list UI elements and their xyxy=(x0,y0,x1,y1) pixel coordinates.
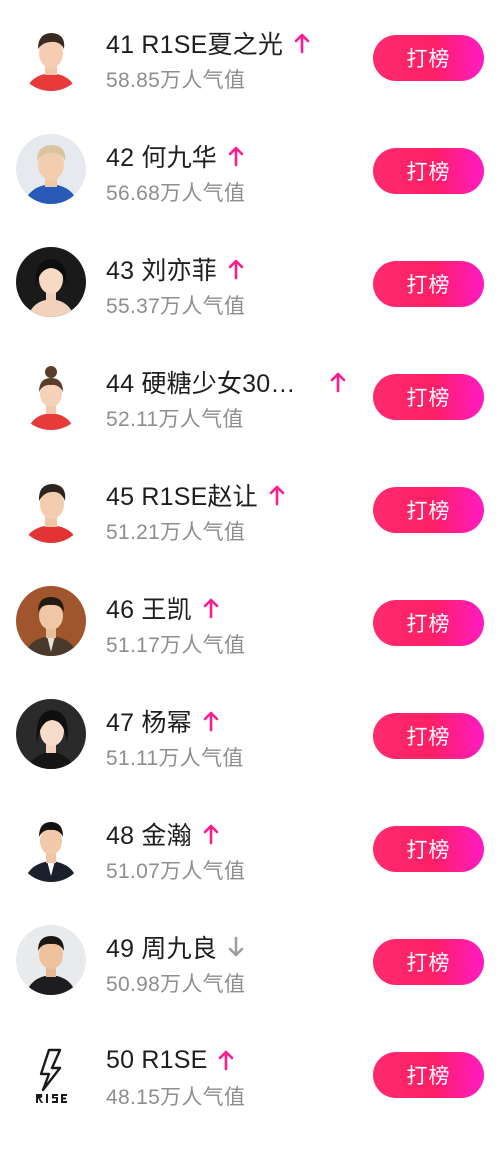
trend-up-icon xyxy=(228,258,244,280)
avatar[interactable] xyxy=(16,925,86,995)
boost-button[interactable]: 打榜 xyxy=(373,35,484,81)
name-line: 47 杨幂 xyxy=(106,703,219,739)
avatar[interactable] xyxy=(16,134,86,204)
popularity-value: 56.68万人气值 xyxy=(106,182,246,205)
avatar[interactable] xyxy=(16,699,86,769)
popularity-value: 51.21万人气值 xyxy=(106,521,246,544)
trend-up-icon xyxy=(269,484,285,506)
avatar[interactable] xyxy=(16,360,86,430)
person-avatar-icon xyxy=(16,699,86,769)
boost-button[interactable]: 打榜 xyxy=(373,600,484,646)
rank-and-name: 42 何九华 xyxy=(106,144,217,172)
rank-and-name: 48 金瀚 xyxy=(106,822,192,850)
person-avatar-icon xyxy=(16,21,86,91)
popularity-value: 51.07万人气值 xyxy=(106,860,246,883)
list-item[interactable]: 46 王凯 51.17万人气值 打榜 xyxy=(0,565,503,678)
list-item[interactable]: 43 刘亦菲 55.37万人气值 打榜 xyxy=(0,226,503,339)
trend-up-icon xyxy=(294,32,310,54)
avatar[interactable] xyxy=(16,473,86,543)
rank-and-name: 45 R1SE赵让 xyxy=(106,483,258,511)
name-line: 44 硬糖少女30… xyxy=(106,364,346,400)
person-avatar-icon xyxy=(16,134,86,204)
avatar[interactable] xyxy=(16,1038,86,1108)
rank-and-name: 47 杨幂 xyxy=(106,709,192,737)
trend-down-icon xyxy=(228,936,244,958)
person-avatar-icon xyxy=(16,812,86,882)
person-avatar-icon xyxy=(16,247,86,317)
trend-up-icon xyxy=(203,823,219,845)
boost-button[interactable]: 打榜 xyxy=(373,261,484,307)
popularity-value: 55.37万人气值 xyxy=(106,295,246,318)
list-item[interactable]: 48 金瀚 51.07万人气值 打榜 xyxy=(0,791,503,904)
rank-list: 41 R1SE夏之光 58.85万人气值 打榜 42 何九华 56.68万人气值 xyxy=(0,0,503,1158)
popularity-value: 51.17万人气值 xyxy=(106,634,246,657)
list-item[interactable]: 44 硬糖少女30… 52.11万人气值 打榜 xyxy=(0,339,503,452)
name-line: 49 周九良 xyxy=(106,929,244,965)
name-line: 48 金瀚 xyxy=(106,816,219,852)
rank-and-name: 44 硬糖少女30… xyxy=(106,370,296,398)
rank-and-name: 41 R1SE夏之光 xyxy=(106,31,284,59)
person-avatar-icon xyxy=(16,925,86,995)
avatar[interactable] xyxy=(16,247,86,317)
avatar[interactable] xyxy=(16,586,86,656)
name-line: 45 R1SE赵让 xyxy=(106,477,285,513)
list-item[interactable]: 47 杨幂 51.11万人气值 打榜 xyxy=(0,678,503,791)
list-item[interactable]: 49 周九良 50.98万人气值 打榜 xyxy=(0,904,503,1017)
rank-and-name: 49 周九良 xyxy=(106,935,217,963)
person-avatar-icon xyxy=(16,586,86,656)
popularity-value: 52.11万人气值 xyxy=(106,408,244,431)
avatar[interactable] xyxy=(16,21,86,91)
rank-and-name: 43 刘亦菲 xyxy=(106,257,217,285)
boost-button[interactable]: 打榜 xyxy=(373,487,484,533)
list-item[interactable]: 50 R1SE 48.15万人气值 打榜 xyxy=(0,1017,503,1130)
popularity-value: 51.11万人气值 xyxy=(106,747,244,770)
rank-and-name: 50 R1SE xyxy=(106,1045,208,1074)
popularity-value: 50.98万人气值 xyxy=(106,973,246,996)
boost-button[interactable]: 打榜 xyxy=(373,148,484,194)
boost-button[interactable]: 打榜 xyxy=(373,826,484,872)
rank-and-name: 46 王凯 xyxy=(106,596,192,624)
r1se-logo-icon xyxy=(16,1038,86,1108)
boost-button[interactable]: 打榜 xyxy=(373,374,484,420)
name-line: 50 R1SE xyxy=(106,1042,234,1078)
boost-button[interactable]: 打榜 xyxy=(373,1052,484,1098)
trend-up-icon xyxy=(203,710,219,732)
name-line: 41 R1SE夏之光 xyxy=(106,25,310,61)
trend-up-icon xyxy=(218,1049,234,1071)
avatar[interactable] xyxy=(16,812,86,882)
person-avatar-icon xyxy=(16,360,86,430)
name-line: 42 何九华 xyxy=(106,138,244,174)
popularity-value: 48.15万人气值 xyxy=(106,1086,246,1109)
list-item[interactable]: 41 R1SE夏之光 58.85万人气值 打榜 xyxy=(0,0,503,113)
name-line: 46 王凯 xyxy=(106,590,219,626)
list-item[interactable]: 45 R1SE赵让 51.21万人气值 打榜 xyxy=(0,452,503,565)
popularity-value: 58.85万人气值 xyxy=(106,69,246,92)
boost-button[interactable]: 打榜 xyxy=(373,939,484,985)
trend-up-icon xyxy=(330,371,346,393)
person-avatar-icon xyxy=(16,473,86,543)
trend-up-icon xyxy=(228,145,244,167)
boost-button[interactable]: 打榜 xyxy=(373,713,484,759)
trend-up-icon xyxy=(203,597,219,619)
list-item[interactable]: 42 何九华 56.68万人气值 打榜 xyxy=(0,113,503,226)
name-line: 43 刘亦菲 xyxy=(106,251,244,287)
